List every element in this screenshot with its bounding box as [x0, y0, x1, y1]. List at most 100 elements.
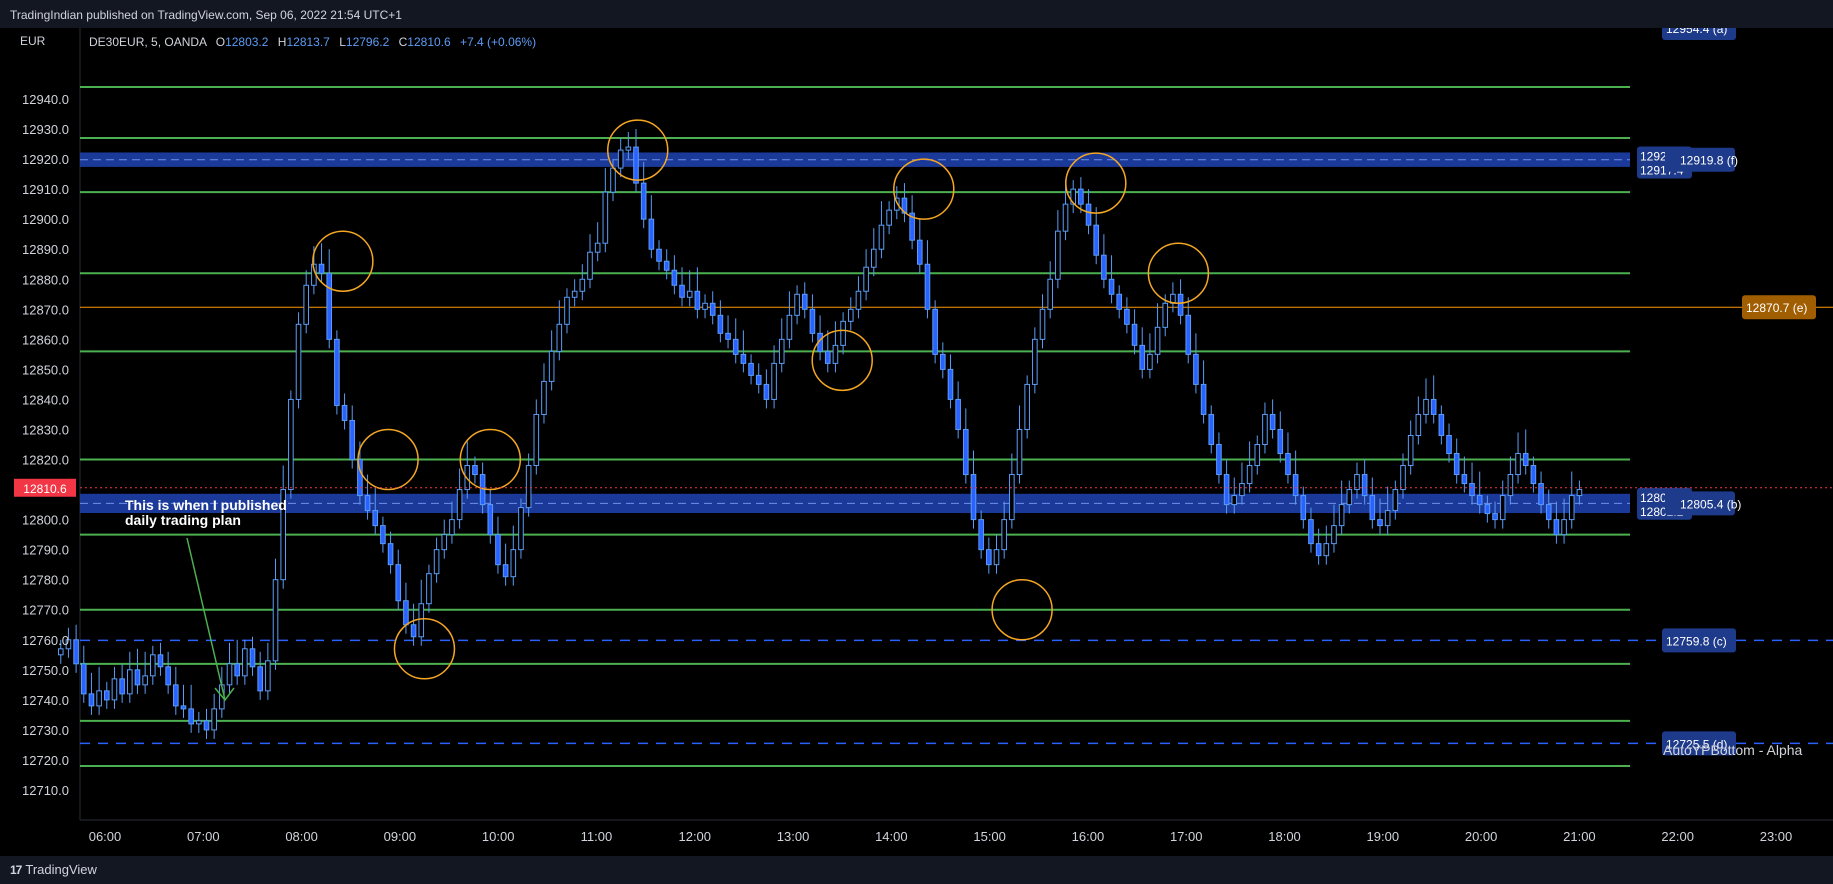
- x-tick-label: 15:00: [973, 829, 1006, 844]
- x-tick-label: 20:00: [1465, 829, 1498, 844]
- candle-body: [694, 290, 701, 310]
- candle-body: [1323, 543, 1330, 557]
- candle-body: [272, 579, 279, 662]
- candle-body: [640, 182, 647, 220]
- price-chart[interactable]: 12922.212917.412919.8 (f)12808.612802.21…: [0, 28, 1833, 856]
- candle-body: [150, 654, 156, 677]
- tradingview-logo[interactable]: 17 TradingView: [10, 862, 97, 877]
- candle-body: [748, 362, 754, 376]
- candle-body: [610, 167, 616, 193]
- candle-body: [1369, 495, 1376, 521]
- dashed-level-label-0: 12759.8 (c): [1666, 634, 1727, 648]
- candle-body: [126, 669, 133, 695]
- candle-body: [196, 720, 202, 725]
- candle-body: [963, 428, 969, 476]
- orange-level-label: 12870.7 (e): [1746, 301, 1807, 315]
- high-value: 12813.7: [286, 35, 330, 49]
- annotation-arrow: [186, 537, 226, 701]
- candle-body: [533, 413, 540, 467]
- candle-body: [1515, 453, 1521, 476]
- swing-circle-6: [893, 158, 955, 220]
- candle-body: [801, 293, 808, 310]
- candle-body: [1285, 453, 1291, 476]
- candle-body: [249, 648, 256, 668]
- symbol-name[interactable]: DE30EUR, 5, OANDA: [89, 35, 206, 49]
- candle-body: [502, 564, 509, 578]
- candle-body: [111, 678, 118, 701]
- candle-body: [625, 146, 632, 151]
- candle-body: [318, 263, 325, 274]
- y-tick-label: 12790.0: [22, 543, 69, 558]
- y-tick-label: 12710.0: [22, 783, 69, 798]
- y-tick-label: 12760.0: [22, 633, 69, 648]
- candle-body: [326, 272, 333, 340]
- candle-body: [1262, 413, 1268, 445]
- candle-body: [165, 666, 171, 686]
- published-info: TradingIndian published on TradingView.c…: [10, 8, 402, 22]
- candle-body: [763, 383, 770, 400]
- y-tick-label: 12800.0: [22, 513, 69, 528]
- candle-body: [1200, 383, 1207, 415]
- y-tick-label: 12840.0: [22, 392, 69, 407]
- candle-body: [1009, 474, 1015, 521]
- annotation-text-line2: daily trading plan: [125, 512, 241, 528]
- candle-body: [886, 209, 892, 226]
- candle-body: [679, 284, 685, 298]
- y-tick-label: 12740.0: [22, 693, 69, 708]
- candle-body: [579, 278, 586, 292]
- candle-body: [226, 663, 233, 686]
- candle-body: [1062, 203, 1069, 232]
- candle-body: [1055, 230, 1061, 280]
- candle-body: [1377, 519, 1383, 527]
- candle-body: [1438, 413, 1445, 436]
- candle-body: [510, 549, 517, 578]
- x-tick-label: 23:00: [1760, 829, 1793, 844]
- y-tick-label: 12830.0: [22, 422, 69, 437]
- candle-body: [472, 465, 478, 476]
- candle-body: [663, 260, 670, 271]
- candle-body: [1576, 489, 1583, 497]
- candle-body: [1338, 504, 1345, 527]
- candle-body: [1461, 474, 1468, 485]
- y-tick-label: 12860.0: [22, 332, 69, 347]
- annotation-text-line1: This is when I published: [125, 497, 287, 513]
- candle-body: [1315, 543, 1322, 557]
- candle-body: [970, 474, 977, 521]
- candle-body: [1116, 293, 1123, 310]
- x-tick-label: 18:00: [1268, 829, 1301, 844]
- candle-body: [1208, 413, 1215, 445]
- candle-body: [234, 663, 240, 677]
- candle-body: [1392, 489, 1399, 512]
- candle-body: [702, 302, 708, 310]
- candle-body: [1039, 308, 1046, 340]
- y-tick-label: 12750.0: [22, 663, 69, 678]
- y-tick-label: 12880.0: [22, 272, 69, 287]
- candle-body: [211, 708, 217, 731]
- candle-body: [1246, 465, 1253, 485]
- x-tick-label: 09:00: [384, 829, 417, 844]
- x-tick-label: 14:00: [875, 829, 908, 844]
- y-tick-label: 12730.0: [22, 723, 69, 738]
- candle-body: [1561, 519, 1567, 536]
- candle-body: [180, 705, 187, 710]
- candle-body: [173, 684, 179, 707]
- x-tick-label: 16:00: [1072, 829, 1105, 844]
- x-tick-label: 19:00: [1367, 829, 1400, 844]
- candle-body: [1476, 495, 1483, 506]
- candle-body: [986, 549, 992, 566]
- x-tick-label: 12:00: [678, 829, 711, 844]
- candle-body: [203, 720, 210, 731]
- candle-body: [1162, 302, 1169, 328]
- candle-body: [142, 675, 148, 686]
- y-tick-label: 12870.0: [22, 302, 69, 317]
- candle-body: [1254, 444, 1261, 467]
- candle-body: [571, 290, 578, 298]
- x-tick-label: 22:00: [1661, 829, 1694, 844]
- candle-body: [1239, 483, 1245, 497]
- y-tick-label: 12920.0: [22, 152, 69, 167]
- low-label: L: [339, 35, 346, 49]
- candle-body: [1553, 519, 1560, 536]
- candle-body: [617, 149, 624, 169]
- candle-body: [556, 323, 563, 352]
- y-tick-label: 12900.0: [22, 212, 69, 227]
